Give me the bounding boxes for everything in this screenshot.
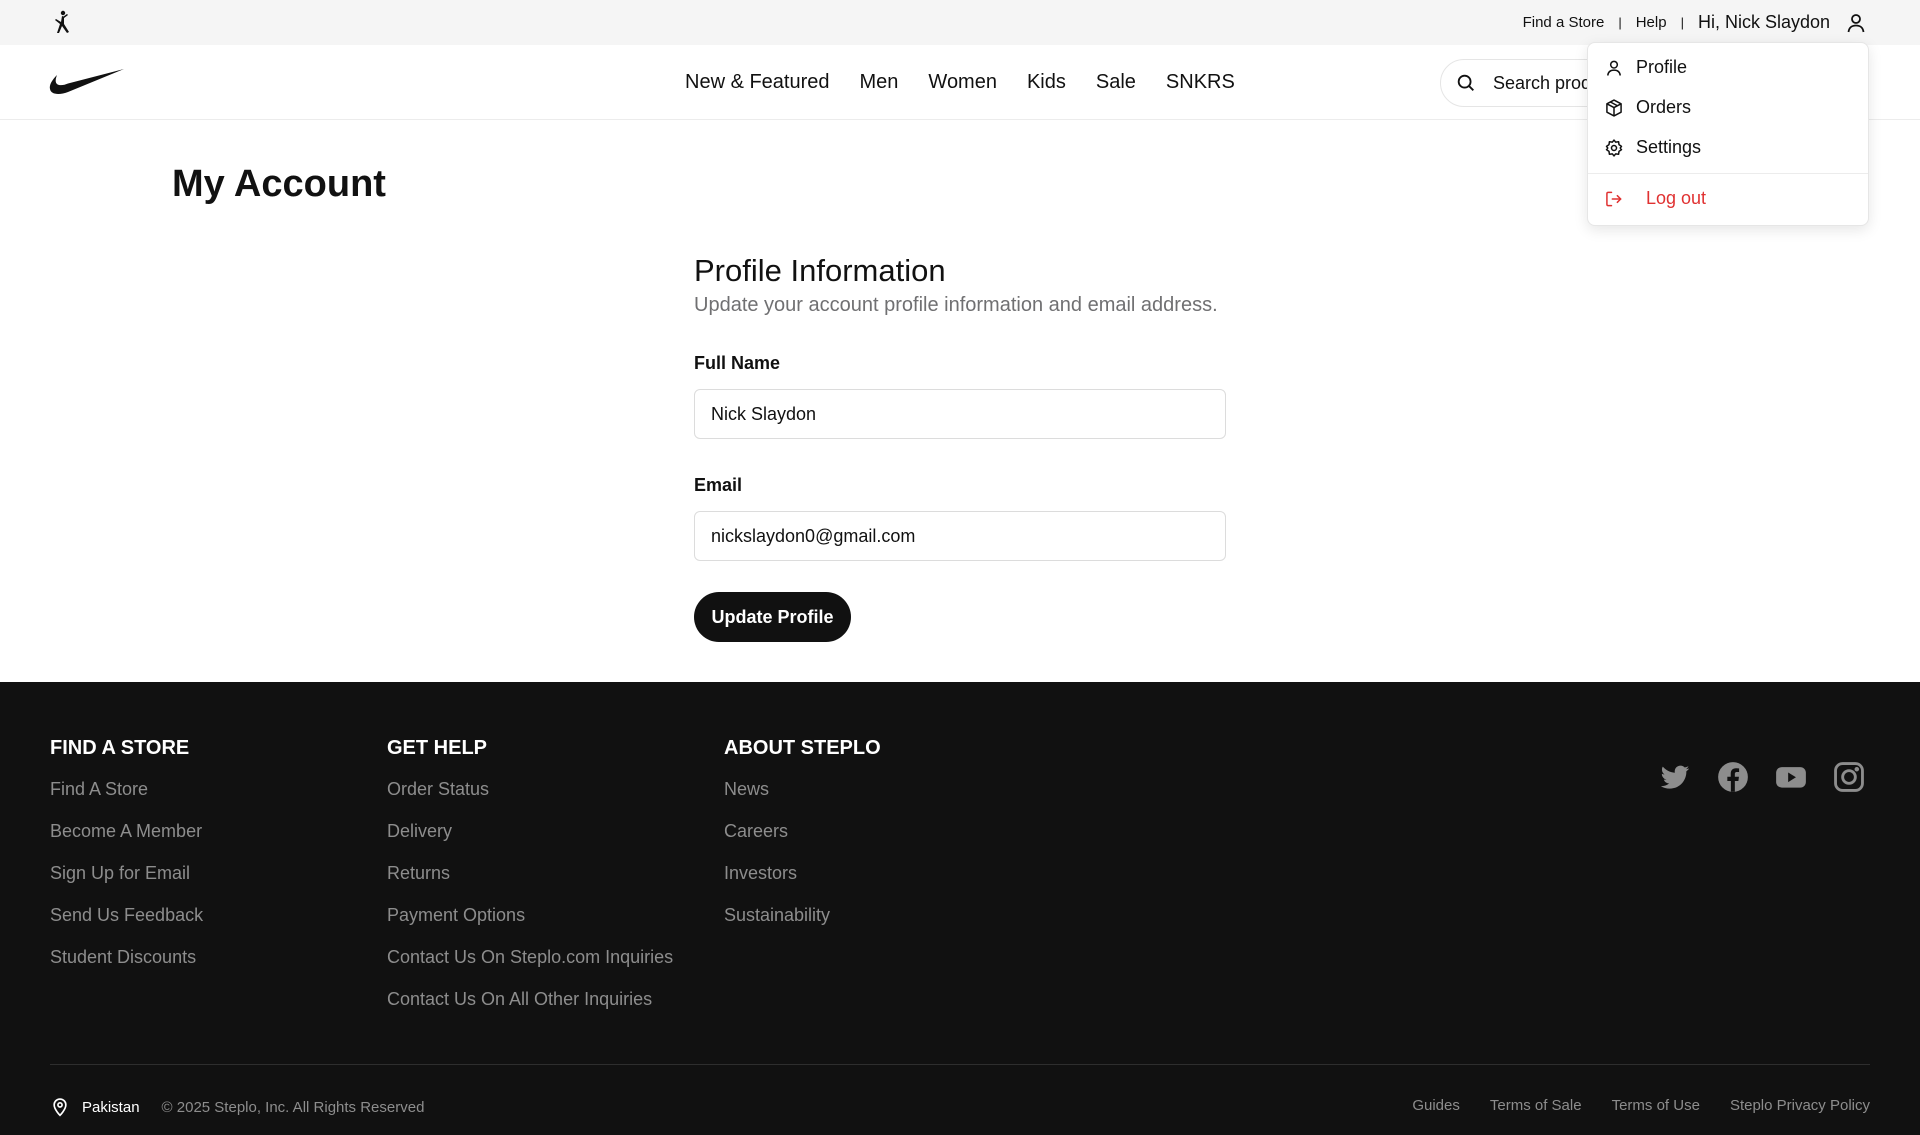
swoosh-logo-icon[interactable] [48,67,126,97]
find-store-link[interactable]: Find a Store [1523,14,1605,31]
jordan-logo-icon[interactable] [48,9,76,37]
instagram-icon[interactable] [1832,760,1866,794]
menu-item-logout[interactable]: Log out [1604,188,1706,209]
update-profile-button[interactable]: Update Profile [694,592,851,642]
page-title: My Account [172,163,386,205]
footer-link[interactable]: Delivery [387,820,673,862]
footer-col-title: ABOUT STEPLO [724,737,881,759]
profile-form: Profile Information Update your account … [694,250,1226,642]
separator: | [1618,15,1622,30]
user-icon [1607,60,1621,76]
nav-item-kids[interactable]: Kids [1027,71,1066,94]
country-selector[interactable]: Pakistan [82,1099,140,1116]
legal-link-terms-of-use[interactable]: Terms of Use [1612,1097,1700,1114]
menu-divider [1588,173,1868,174]
facebook-icon[interactable] [1716,760,1750,794]
separator: | [1680,15,1684,30]
footer-col-find-store: FIND A STORE Find A Store Become A Membe… [50,737,203,988]
footer: FIND A STORE Find A Store Become A Membe… [0,682,1920,1135]
nav-item-sale[interactable]: Sale [1096,71,1136,94]
footer-col-about: ABOUT STEPLO News Careers Investors Sust… [724,737,881,946]
footer-link[interactable]: News [724,778,881,820]
footer-col-get-help: GET HELP Order Status Delivery Returns P… [387,737,673,1030]
menu-item-settings[interactable]: Settings [1604,137,1701,158]
user-greeting[interactable]: Hi, Nick Slaydon [1698,12,1830,33]
twitter-icon[interactable] [1658,760,1692,794]
youtube-icon[interactable] [1774,760,1808,794]
section-subtitle: Update your account profile information … [694,294,1218,316]
email-label: Email [694,475,743,495]
gear-icon [1605,138,1623,157]
nav-item-new-featured[interactable]: New & Featured [685,71,830,94]
legal-links: Guides Terms of Sale Terms of Use Steplo… [1382,1097,1870,1114]
footer-divider [50,1064,1870,1065]
menu-item-profile[interactable]: Profile [1604,57,1687,78]
menu-item-label: Profile [1636,57,1688,77]
footer-link[interactable]: Careers [724,820,881,862]
footer-col-title: FIND A STORE [50,737,190,759]
legal-link-terms-of-sale[interactable]: Terms of Sale [1490,1097,1582,1114]
full-name-field[interactable] [694,389,1226,439]
nav-item-snkrs[interactable]: SNKRS [1166,71,1235,94]
menu-item-label: Orders [1636,97,1692,117]
user-icon[interactable] [1844,11,1868,35]
nav-links: New & Featured Men Women Kids Sale SNKRS [685,45,1265,120]
logout-icon [1606,191,1622,206]
nav-item-women[interactable]: Women [928,71,997,94]
footer-col-title: GET HELP [387,737,488,759]
footer-link[interactable]: Sign Up for Email [50,862,203,904]
account-dropdown: Profile Orders Settings Log out [1587,42,1869,226]
menu-item-orders[interactable]: Orders [1604,97,1691,118]
nav-item-men[interactable]: Men [860,71,899,94]
footer-link[interactable]: Contact Us On Steplo.com Inquiries [387,946,673,988]
footer-link[interactable]: Payment Options [387,904,673,946]
utility-links: Find a Store | Help | Hi, Nick Slaydon [1523,0,1868,45]
legal-link-privacy-policy[interactable]: Steplo Privacy Policy [1730,1097,1870,1114]
menu-item-label: Settings [1636,137,1702,157]
footer-bottom: Pakistan © 2025 Steplo, Inc. All Rights … [50,1097,424,1117]
footer-link[interactable]: Send Us Feedback [50,904,203,946]
menu-item-label: Log out [1646,188,1707,208]
footer-link[interactable]: Contact Us On All Other Inquiries [387,988,673,1030]
utility-bar: Find a Store | Help | Hi, Nick Slaydon [0,0,1920,45]
help-link[interactable]: Help [1636,14,1667,31]
section-title: Profile Information [694,253,946,288]
footer-link[interactable]: Sustainability [724,904,881,946]
package-icon [1606,98,1622,117]
copyright-text: © 2025 Steplo, Inc. All Rights Reserved [161,1098,425,1116]
full-name-label: Full Name [694,353,781,373]
footer-link[interactable]: Order Status [387,778,673,820]
search-icon[interactable] [1455,72,1477,94]
location-pin-icon[interactable] [50,1097,70,1117]
footer-link[interactable]: Become A Member [50,820,203,862]
footer-link[interactable]: Investors [724,862,881,904]
legal-link-guides[interactable]: Guides [1412,1097,1460,1114]
footer-link[interactable]: Find A Store [50,778,203,820]
footer-link[interactable]: Student Discounts [50,946,203,988]
social-links [1658,760,1866,794]
email-field[interactable] [694,511,1226,561]
footer-link[interactable]: Returns [387,862,673,904]
